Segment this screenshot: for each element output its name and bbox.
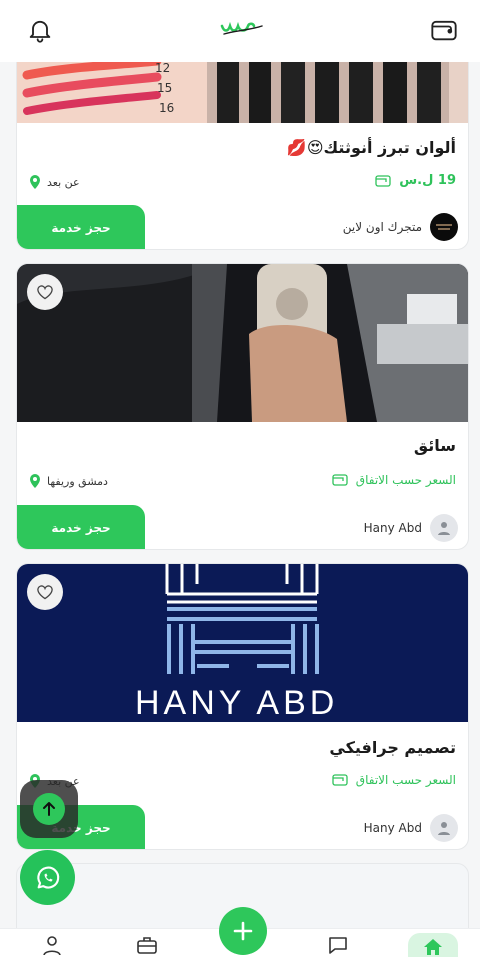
- wallet-icon: [332, 474, 348, 486]
- image-number: 12: [155, 61, 171, 75]
- owner-avatar: [430, 213, 458, 241]
- owner-name: Hany Abd: [363, 821, 422, 835]
- whatsapp-button[interactable]: [20, 850, 75, 905]
- nav-home[interactable]: [408, 933, 458, 957]
- service-card[interactable]: سائق السعر حسب الاتفاق دمشق وريفها حجز خ…: [16, 263, 469, 550]
- whatsapp-icon: [36, 866, 59, 889]
- service-owner[interactable]: Hany Abd: [364, 514, 458, 542]
- service-price: السعر حسب الاتفاق: [332, 473, 456, 487]
- arrow-up-icon: [43, 802, 55, 816]
- location-text: دمشق وريفها: [47, 474, 108, 488]
- wallet-icon: [332, 774, 348, 786]
- service-image[interactable]: [17, 264, 468, 422]
- chat-icon: [329, 937, 347, 954]
- heart-icon: [37, 285, 53, 300]
- service-title: سائق: [413, 436, 456, 455]
- book-service-button[interactable]: حجز خدمة: [17, 205, 145, 249]
- heart-icon: [37, 585, 53, 600]
- briefcase-icon: [137, 937, 157, 954]
- owner-name: Hany Abd: [363, 521, 422, 535]
- nav-messages[interactable]: [327, 935, 349, 955]
- service-card[interactable]: HANY ABD تصميم جرافيكي السعر حسب الاتفاق…: [16, 563, 469, 850]
- service-image[interactable]: HANY ABD: [17, 564, 468, 722]
- price-text: السعر حسب الاتفاق: [355, 473, 456, 487]
- top-bar: [0, 0, 480, 62]
- location-pin-icon: [30, 474, 40, 488]
- app-screen: 12 15 16 ألوان تبرز أنوثتك😍💋 19 ل.س عن ب…: [0, 0, 480, 957]
- add-service-button[interactable]: [219, 907, 267, 955]
- image-number: 16: [159, 101, 175, 115]
- owner-avatar: [430, 814, 458, 842]
- service-price: 19 ل.س: [375, 173, 456, 188]
- service-location: دمشق وريفها: [29, 474, 108, 488]
- service-location: عن بعد: [29, 175, 80, 189]
- wallet-icon: [375, 174, 391, 187]
- service-price: السعر حسب الاتفاق: [332, 773, 456, 787]
- user-icon: [438, 522, 450, 535]
- nav-profile[interactable]: [41, 935, 63, 956]
- image-brand-text: HANY ABD: [135, 684, 339, 722]
- user-icon: [438, 822, 450, 835]
- service-title: ألوان تبرز أنوثتك😍💋: [286, 138, 456, 157]
- owner-name: متجرك اون لاين: [342, 220, 422, 234]
- app-logo[interactable]: [218, 12, 268, 42]
- wallet-icon[interactable]: [430, 17, 458, 43]
- location-text: عن بعد: [47, 175, 80, 189]
- favorite-button[interactable]: [27, 274, 63, 310]
- home-icon: [424, 939, 442, 955]
- service-owner[interactable]: متجرك اون لاين: [343, 213, 458, 241]
- price-text: السعر حسب الاتفاق: [355, 773, 456, 787]
- service-owner[interactable]: Hany Abd: [364, 814, 458, 842]
- owner-avatar: [430, 514, 458, 542]
- plus-icon: [233, 921, 253, 941]
- price-text: 19 ل.س: [399, 173, 456, 188]
- book-service-button[interactable]: حجز خدمة: [17, 505, 145, 549]
- nav-services[interactable]: [136, 935, 158, 955]
- favorite-button[interactable]: [27, 574, 63, 610]
- service-card[interactable]: 12 15 16 ألوان تبرز أنوثتك😍💋 19 ل.س عن ب…: [16, 40, 469, 250]
- bell-icon[interactable]: [26, 16, 54, 44]
- image-number: 15: [157, 81, 173, 95]
- location-pin-icon: [30, 175, 40, 189]
- service-title: تصميم جرافيكي: [329, 738, 456, 757]
- user-icon: [43, 936, 61, 956]
- scroll-to-top-button[interactable]: [20, 780, 78, 838]
